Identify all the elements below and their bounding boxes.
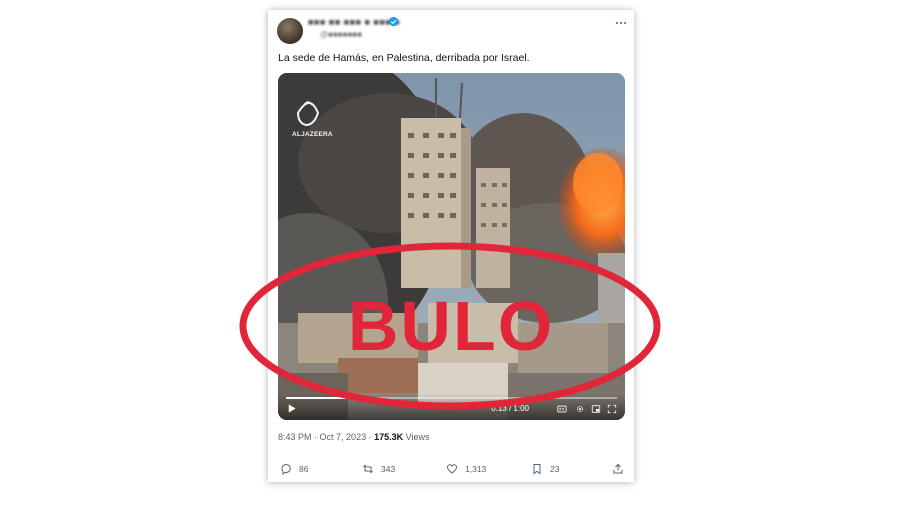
reply-button[interactable]: 86: [280, 462, 308, 476]
progress-bar[interactable]: [286, 397, 617, 399]
retweet-icon: [363, 464, 373, 474]
tweet-actions: 86 343 1,313 23: [278, 462, 628, 476]
fullscreen-icon[interactable]: [607, 404, 617, 414]
closed-captions-icon[interactable]: [557, 404, 567, 414]
tweet-text: La sede de Hamás, en Palestina, derribad…: [278, 52, 530, 64]
like-button[interactable]: 1,313: [446, 462, 486, 476]
views-label: Views: [405, 432, 430, 442]
retweet-button[interactable]: 343: [362, 462, 395, 476]
tweet-time[interactable]: 8:43 PM: [278, 432, 312, 442]
like-icon: [446, 464, 458, 474]
tweet-date[interactable]: Oct 7, 2023: [320, 432, 367, 442]
bookmark-button[interactable]: 23: [531, 462, 559, 476]
reply-icon: [281, 463, 291, 475]
retweet-count: 343: [381, 464, 396, 474]
settings-icon[interactable]: [575, 404, 585, 414]
share-button[interactable]: [612, 462, 624, 476]
views-count: 175.3K: [374, 432, 404, 442]
tweet-meta: 8:43 PM · Oct 7, 2023 · 175.3K Views: [278, 432, 430, 442]
video-controls: 0:13 / 1:00: [278, 394, 625, 420]
share-icon: [613, 463, 623, 474]
progress-fill: [286, 397, 356, 399]
tweet-card: ■■■ ■■ ■■■ ■ ■■■ ■ @■■■■■■■ La sede de H…: [268, 10, 634, 482]
video-frame: [278, 73, 625, 420]
bookmark-icon: [533, 464, 541, 475]
video-time: 0:13 / 1:00: [491, 404, 529, 413]
video-watermark: ALJAZEERA: [292, 131, 333, 138]
bookmark-count: 23: [550, 464, 560, 474]
author-handle[interactable]: @■■■■■■■: [320, 30, 362, 39]
reply-count: 86: [299, 464, 309, 474]
video-player[interactable]: ALJAZEERA 0:13 / 1:00: [278, 73, 625, 420]
like-count: 1,313: [465, 464, 487, 474]
picture-in-picture-icon[interactable]: [591, 404, 601, 414]
verified-badge-icon: [388, 16, 399, 27]
author-name[interactable]: ■■■ ■■ ■■■ ■ ■■■ ■: [308, 17, 400, 27]
avatar[interactable]: [277, 18, 303, 44]
more-options-icon[interactable]: [614, 16, 628, 30]
play-icon[interactable]: [286, 403, 297, 414]
